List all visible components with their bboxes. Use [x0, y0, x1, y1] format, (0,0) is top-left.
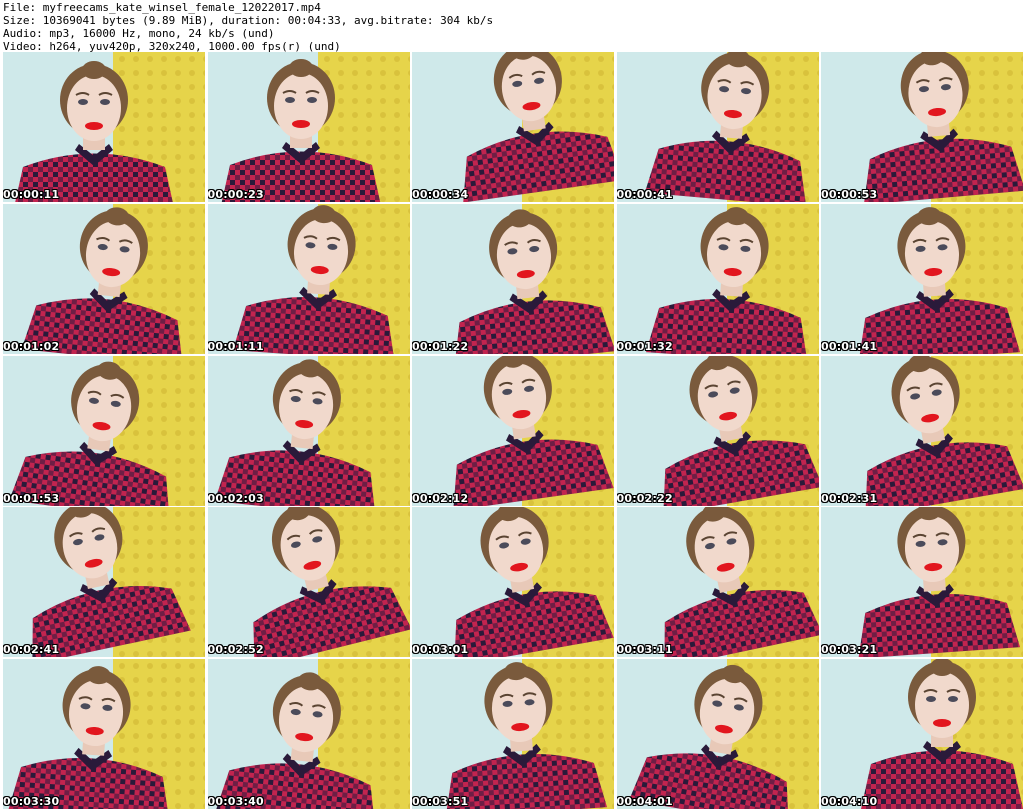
- video-frame-thumbnail: 00:04:01: [616, 659, 819, 809]
- frame-timestamp: 00:01:11: [207, 339, 264, 353]
- video-frame-thumbnail: 00:00:23: [207, 52, 410, 202]
- file-info-header: File: myfreecams_kate_winsel_female_1202…: [3, 1, 493, 53]
- frame-image: [3, 507, 205, 658]
- frame-image: [207, 355, 410, 506]
- frame-image: [821, 355, 1023, 506]
- frame-timestamp: 00:02:12: [412, 491, 469, 505]
- frame-image: [616, 355, 819, 506]
- frame-timestamp: 00:02:52: [207, 643, 264, 657]
- video-frame-thumbnail: 00:01:11: [207, 203, 410, 354]
- frame-timestamp: 00:01:41: [821, 339, 878, 353]
- video-frame-thumbnail: 00:03:40: [207, 659, 410, 809]
- frame-image: [207, 52, 410, 202]
- frame-image: [412, 659, 614, 809]
- frame-timestamp: 00:04:10: [821, 795, 878, 808]
- frame-image: [821, 659, 1023, 809]
- frame-timestamp: 00:01:22: [412, 339, 469, 353]
- video-frame-thumbnail: 00:02:03: [207, 355, 410, 506]
- video-frame-thumbnail: 00:01:32: [616, 203, 819, 354]
- frame-image: [821, 203, 1023, 354]
- audio-info-line: Audio: mp3, 16000 Hz, mono, 24 kb/s (und…: [3, 27, 275, 40]
- frame-image: [616, 659, 819, 809]
- video-frame-thumbnail: 00:03:51: [412, 659, 614, 809]
- frame-timestamp: 00:02:41: [3, 643, 60, 657]
- frame-timestamp: 00:00:41: [616, 188, 673, 201]
- video-frame-thumbnail: 00:03:30: [3, 659, 205, 809]
- frame-image: [207, 507, 410, 658]
- video-frame-thumbnail: 00:02:31: [821, 355, 1023, 506]
- video-frame-thumbnail: 00:00:11: [3, 52, 205, 202]
- file-size-line: Size: 10369041 bytes (9.89 MiB), duratio…: [3, 14, 494, 27]
- frame-image: [3, 52, 205, 202]
- video-frame-thumbnail: 00:01:41: [821, 203, 1023, 354]
- frame-image: [616, 507, 819, 658]
- frame-timestamp: 00:03:51: [412, 795, 469, 808]
- frame-image: [412, 507, 614, 658]
- frame-timestamp: 00:03:40: [207, 795, 264, 808]
- frame-image: [3, 203, 205, 354]
- frame-timestamp: 00:00:23: [207, 188, 264, 201]
- frame-timestamp: 00:02:03: [207, 491, 264, 505]
- video-frame-thumbnail: 00:00:53: [821, 52, 1023, 202]
- frame-timestamp: 00:01:53: [3, 491, 60, 505]
- frame-timestamp: 00:01:02: [3, 339, 60, 353]
- frame-image: [616, 203, 819, 354]
- frame-image: [207, 203, 410, 354]
- frame-image: [207, 659, 410, 809]
- frame-timestamp: 00:02:22: [616, 491, 673, 505]
- frame-timestamp: 00:03:30: [3, 795, 60, 808]
- frame-timestamp: 00:00:11: [3, 188, 60, 201]
- video-frame-thumbnail: 00:02:12: [412, 355, 614, 506]
- video-frame-thumbnail: 00:01:02: [3, 203, 205, 354]
- video-frame-thumbnail: 00:01:22: [412, 203, 614, 354]
- frame-timestamp: 00:02:31: [821, 491, 878, 505]
- frame-timestamp: 00:01:32: [616, 339, 673, 353]
- video-frame-thumbnail: 00:04:10: [821, 659, 1023, 809]
- video-frame-thumbnail: 00:02:22: [616, 355, 819, 506]
- frame-timestamp: 00:03:01: [412, 643, 469, 657]
- frame-timestamp: 00:03:21: [821, 643, 878, 657]
- video-frame-thumbnail: 00:02:52: [207, 507, 410, 658]
- frame-timestamp: 00:04:01: [616, 795, 673, 808]
- frame-image: [3, 355, 205, 506]
- frame-image: [412, 203, 614, 354]
- video-frame-thumbnail: 00:03:11: [616, 507, 819, 658]
- video-frame-thumbnail: 00:00:41: [616, 52, 819, 202]
- frame-image: [821, 507, 1023, 658]
- frame-image: [412, 52, 614, 202]
- file-name-line: File: myfreecams_kate_winsel_female_1202…: [3, 1, 321, 14]
- video-frame-thumbnail: 00:03:01: [412, 507, 614, 658]
- frame-timestamp: 00:03:11: [616, 643, 673, 657]
- video-frame-thumbnail: 00:01:53: [3, 355, 205, 506]
- video-frame-thumbnail: 00:03:21: [821, 507, 1023, 658]
- frame-timestamp: 00:00:34: [412, 188, 469, 201]
- video-frame-thumbnail: 00:02:41: [3, 507, 205, 658]
- thumbnail-grid: 00:00:11 00:00:23 00:00:34 00:00:41 00:00:53…: [3, 52, 1023, 809]
- frame-image: [616, 52, 819, 202]
- frame-image: [412, 355, 614, 506]
- video-frame-thumbnail: 00:00:34: [412, 52, 614, 202]
- frame-image: [821, 52, 1023, 202]
- frame-timestamp: 00:00:53: [821, 188, 878, 201]
- frame-image: [3, 659, 205, 809]
